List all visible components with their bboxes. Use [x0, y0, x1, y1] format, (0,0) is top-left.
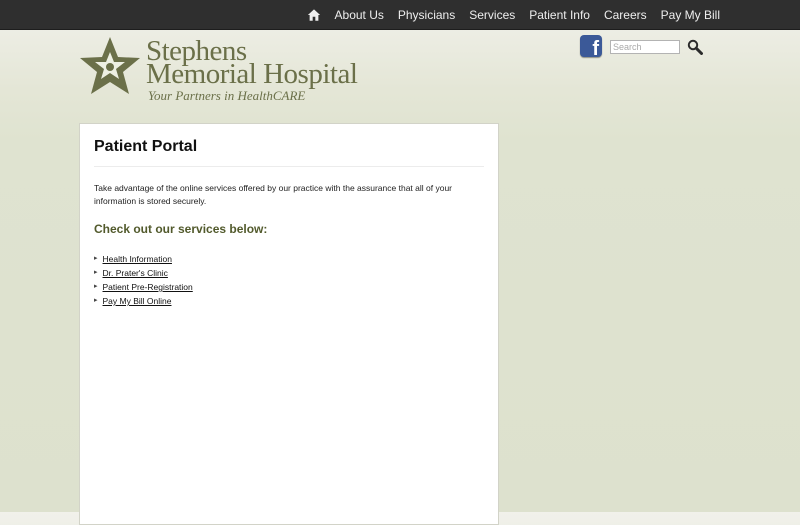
list-item: ▸ Patient Pre-Registration — [94, 280, 193, 294]
bullet-icon: ▸ — [94, 283, 98, 290]
nav-services[interactable]: Services — [469, 8, 515, 22]
link-health-information[interactable]: Health Information — [103, 252, 172, 266]
main-nav: About Us Physicians Services Patient Inf… — [307, 0, 720, 29]
nav-about-us[interactable]: About Us — [335, 8, 384, 22]
link-dr-praters-clinic[interactable]: Dr. Prater's Clinic — [103, 266, 168, 280]
list-item: ▸ Pay My Bill Online — [94, 294, 193, 308]
services-list: ▸ Health Information ▸ Dr. Prater's Clinic… — [94, 252, 193, 308]
bullet-icon: ▸ — [94, 297, 98, 304]
page-title: Patient Portal — [94, 138, 198, 155]
facebook-icon[interactable]: f — [580, 35, 602, 59]
home-icon[interactable] — [307, 8, 321, 22]
link-pay-my-bill-online[interactable]: Pay My Bill Online — [103, 294, 172, 308]
magnifier-icon[interactable] — [687, 39, 703, 55]
brand-name-line2: Memorial Hospital — [146, 58, 358, 90]
nav-careers[interactable]: Careers — [604, 8, 647, 22]
brand-tagline: Your Partners in HealthCARE — [148, 88, 306, 103]
services-heading: Check out our services below: — [94, 222, 268, 236]
intro-text: Take advantage of the online services of… — [94, 183, 452, 206]
content-card: Patient Portal Take advantage of the onl… — [79, 123, 499, 525]
title-divider — [94, 166, 484, 167]
hands-star-logo[interactable] — [78, 35, 142, 99]
search-input[interactable] — [610, 40, 680, 54]
bullet-icon: ▸ — [94, 269, 98, 276]
link-patient-pre-registration[interactable]: Patient Pre-Registration — [103, 280, 193, 294]
nav-pay-my-bill[interactable]: Pay My Bill — [661, 8, 720, 22]
nav-patient-info[interactable]: Patient Info — [529, 8, 590, 22]
list-item: ▸ Health Information — [94, 252, 193, 266]
top-navigation-bar: About Us Physicians Services Patient Inf… — [0, 0, 800, 30]
nav-physicians[interactable]: Physicians — [398, 8, 455, 22]
list-item: ▸ Dr. Prater's Clinic — [94, 266, 193, 280]
bullet-icon: ▸ — [94, 255, 98, 262]
